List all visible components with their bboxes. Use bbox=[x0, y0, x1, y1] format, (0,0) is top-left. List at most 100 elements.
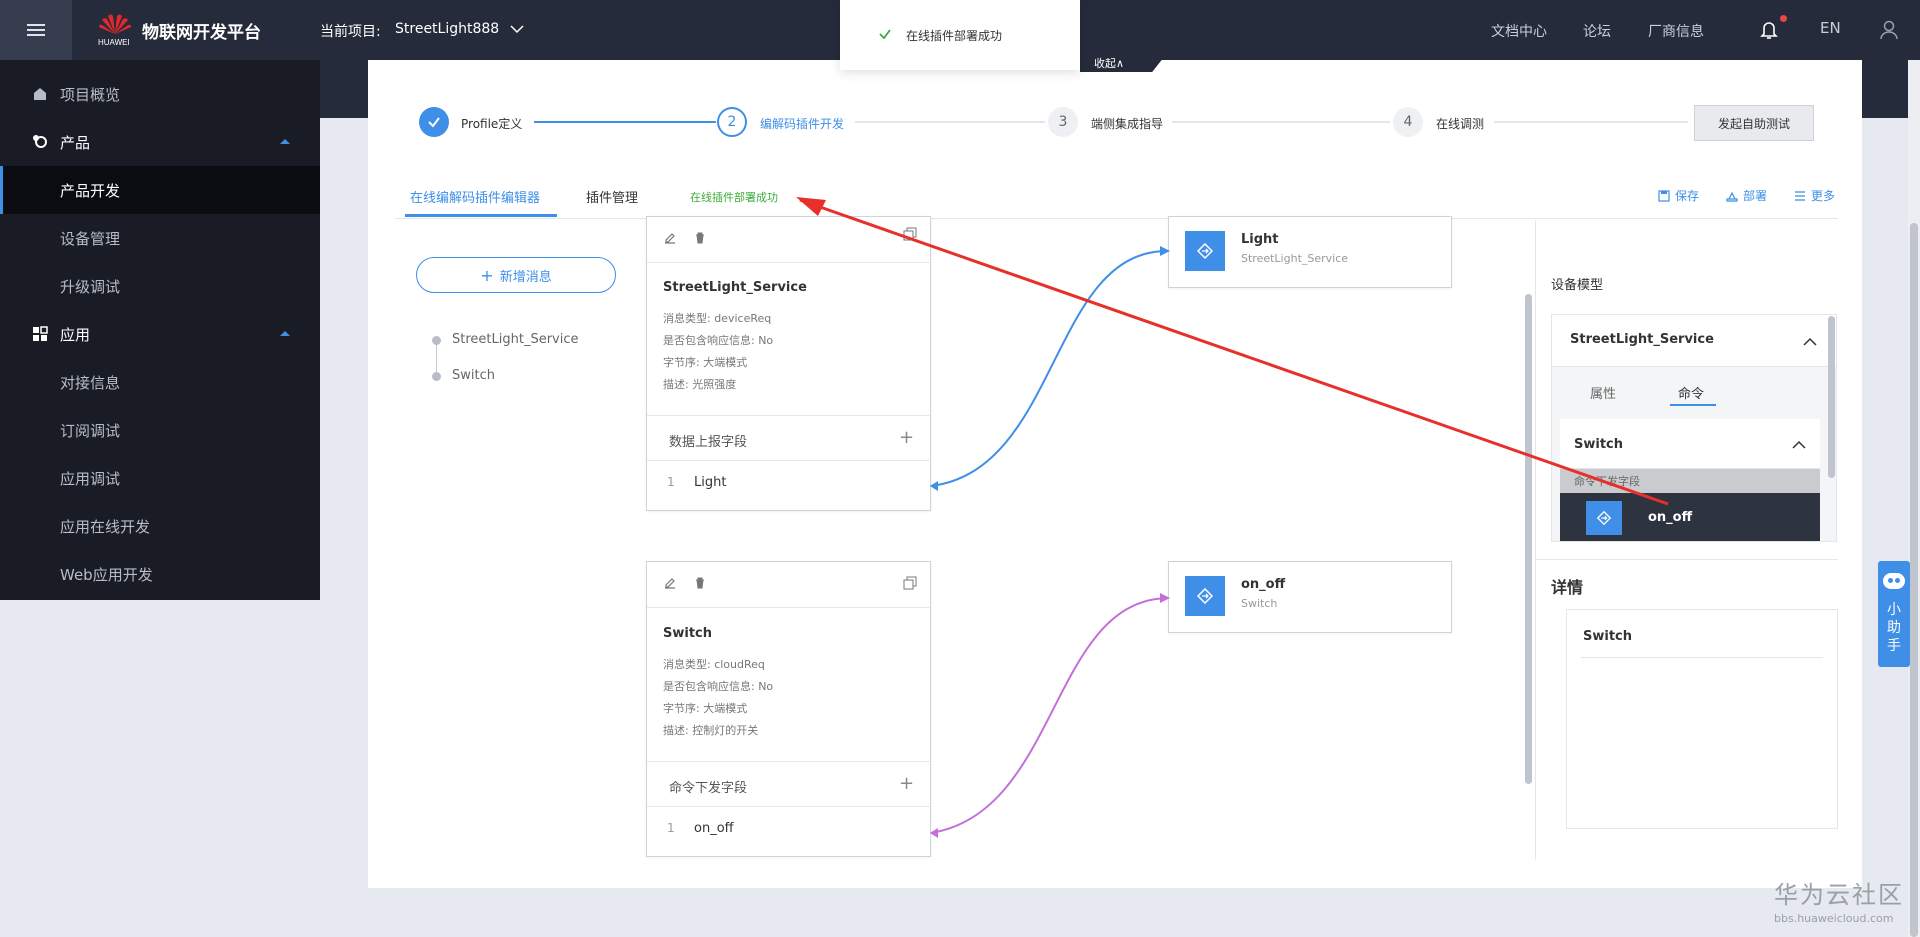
detail-title: 详情 bbox=[1551, 578, 1584, 597]
deploy-label: 部署 bbox=[1743, 189, 1768, 203]
message-type: 消息类型: deviceReq bbox=[663, 312, 772, 325]
message-card-switch: Switch 消息类型: cloudReq 是否包含响应信息: No 字节序: … bbox=[646, 561, 931, 857]
sidebar-item-label: 对接信息 bbox=[60, 373, 121, 392]
sidebar-item-product[interactable]: 产品 bbox=[0, 118, 320, 166]
step-3-label[interactable]: 端侧集成指导 bbox=[1091, 115, 1163, 132]
copy-icon[interactable] bbox=[903, 227, 917, 241]
sidebar-item-app-online-dev[interactable]: 应用在线开发 bbox=[0, 502, 320, 550]
sidebar-item-label: 订阅调试 bbox=[60, 421, 121, 440]
project-label: 当前项目: bbox=[320, 24, 381, 40]
service-name: StreetLight_Service bbox=[1570, 332, 1714, 347]
step-2-label[interactable]: 编解码插件开发 bbox=[760, 115, 844, 132]
sidebar-item-app-debug[interactable]: 应用调试 bbox=[0, 454, 320, 502]
notification-badge bbox=[1780, 15, 1787, 22]
tab-commands[interactable]: 命令 bbox=[1678, 383, 1704, 402]
sidebar-item-overview[interactable]: 项目概览 bbox=[0, 70, 320, 118]
add-message-button[interactable]: + 新增消息 bbox=[416, 257, 616, 293]
device-model-panel: StreetLight_Service 属性 命令 Switch 命令下发字段 … bbox=[1551, 314, 1837, 542]
watermark-url: bbs.huaweicloud.com bbox=[1774, 912, 1894, 925]
vendor-info-link[interactable]: 厂商信息 bbox=[1648, 21, 1704, 41]
field-name: on_off bbox=[1648, 510, 1693, 525]
mapped-field-on-off[interactable]: on_off Switch bbox=[1168, 561, 1452, 633]
step-2-number[interactable]: 2 bbox=[717, 107, 747, 137]
toast-message: 在线插件部署成功 bbox=[906, 29, 1003, 43]
chevron-up-icon[interactable] bbox=[1792, 440, 1806, 449]
tree-item-streetlight-service[interactable]: StreetLight_Service bbox=[452, 332, 579, 347]
step-4-label[interactable]: 在线调测 bbox=[1436, 115, 1484, 132]
property-mapping-icon bbox=[1185, 576, 1225, 616]
message-response: 是否包含响应信息: No bbox=[663, 680, 774, 693]
sidebar-item-web-app-dev[interactable]: Web应用开发 bbox=[0, 550, 320, 598]
add-field-icon[interactable]: + bbox=[899, 427, 914, 448]
field-row[interactable]: 1 on_off bbox=[647, 809, 930, 849]
edit-icon[interactable] bbox=[663, 231, 677, 245]
sidebar-item-upgrade-debug[interactable]: 升级调试 bbox=[0, 262, 320, 310]
assistant-button[interactable]: 小助手 bbox=[1878, 561, 1910, 667]
detail-rule bbox=[1581, 657, 1823, 658]
chevron-up-icon[interactable] bbox=[1803, 337, 1817, 346]
home-icon bbox=[34, 88, 46, 100]
message-byte-order: 字节序: 大端模式 bbox=[663, 702, 748, 715]
mapped-field-light[interactable]: Light StreetLight_Service bbox=[1168, 216, 1452, 288]
field-row[interactable]: 1 Light bbox=[647, 463, 930, 503]
deploy-button[interactable]: 部署 bbox=[1726, 187, 1767, 204]
step-1-label[interactable]: Profile定义 bbox=[461, 115, 522, 132]
save-button[interactable]: 保存 bbox=[1658, 187, 1699, 204]
sidebar-item-product-dev[interactable]: 产品开发 bbox=[0, 166, 320, 214]
page-scrollbar[interactable] bbox=[1908, 60, 1920, 937]
message-description: 描述: 光照强度 bbox=[663, 378, 737, 391]
platform-name[interactable]: 物联网开发平台 bbox=[142, 18, 261, 43]
watermark-title: 华为云社区 bbox=[1774, 881, 1904, 909]
docs-link[interactable]: 文档中心 bbox=[1491, 21, 1547, 41]
field-section-title: 命令下发字段 bbox=[669, 781, 748, 796]
delete-icon[interactable] bbox=[693, 231, 707, 245]
sidebar-item-subscription-debug[interactable]: 订阅调试 bbox=[0, 406, 320, 454]
edit-icon[interactable] bbox=[663, 576, 677, 590]
huawei-logo: HUAWEI bbox=[96, 12, 134, 48]
model-scrollbar[interactable] bbox=[1828, 316, 1835, 478]
tab-codec-editor[interactable]: 在线编解码插件编辑器 bbox=[410, 187, 540, 206]
auto-test-button[interactable]: 发起自助测试 bbox=[1694, 105, 1814, 141]
menu-icon[interactable] bbox=[0, 0, 72, 60]
command-header[interactable]: Switch bbox=[1560, 419, 1820, 469]
mapped-service-name: StreetLight_Service bbox=[1241, 252, 1349, 265]
step-connector bbox=[534, 121, 716, 123]
editor-scrollbar[interactable] bbox=[1525, 294, 1532, 784]
sidebar-item-integration-info[interactable]: 对接信息 bbox=[0, 358, 320, 406]
service-header[interactable]: StreetLight_Service bbox=[1552, 315, 1836, 367]
forum-link[interactable]: 论坛 bbox=[1583, 21, 1611, 41]
mapped-service-name: Switch bbox=[1241, 597, 1278, 610]
save-icon bbox=[1658, 189, 1670, 202]
bell-icon[interactable] bbox=[1760, 20, 1778, 40]
step-4-number[interactable]: 4 bbox=[1393, 107, 1423, 137]
delete-icon[interactable] bbox=[693, 576, 707, 590]
tree-node-dot bbox=[432, 372, 441, 381]
step-connector bbox=[1494, 121, 1688, 123]
mapped-field-name: Light bbox=[1241, 232, 1279, 247]
add-field-icon[interactable]: + bbox=[899, 773, 914, 794]
tree-item-switch[interactable]: Switch bbox=[452, 368, 495, 383]
step-connector bbox=[1172, 121, 1390, 123]
project-selector[interactable]: StreetLight888 bbox=[395, 21, 499, 37]
sidebar-item-device-mgmt[interactable]: 设备管理 bbox=[0, 214, 320, 262]
tab-plugin-management[interactable]: 插件管理 bbox=[586, 187, 638, 206]
chevron-down-icon[interactable] bbox=[510, 22, 524, 36]
caret-up-icon bbox=[280, 331, 290, 336]
tab-attributes[interactable]: 属性 bbox=[1590, 383, 1616, 402]
user-icon[interactable] bbox=[1880, 20, 1898, 40]
draggable-field-on-off[interactable]: on_off bbox=[1560, 493, 1820, 541]
more-button[interactable]: 更多 bbox=[1794, 187, 1835, 204]
tree-connector bbox=[436, 342, 437, 376]
step-1-done-icon[interactable] bbox=[419, 107, 449, 137]
deploy-icon bbox=[1726, 191, 1738, 202]
step-3-number[interactable]: 3 bbox=[1048, 107, 1078, 137]
command-fields-title: 命令下发字段 bbox=[1574, 475, 1640, 488]
language-switch[interactable]: EN bbox=[1820, 19, 1841, 37]
mapped-field-name: on_off bbox=[1241, 577, 1286, 592]
copy-icon[interactable] bbox=[903, 576, 917, 590]
scrollbar-thumb[interactable] bbox=[1910, 223, 1918, 937]
sidebar-item-application[interactable]: 应用 bbox=[0, 310, 320, 358]
logo-wordmark: HUAWEI bbox=[98, 38, 130, 47]
check-icon bbox=[879, 29, 891, 40]
command-fields-label: 命令下发字段 bbox=[1560, 469, 1820, 493]
